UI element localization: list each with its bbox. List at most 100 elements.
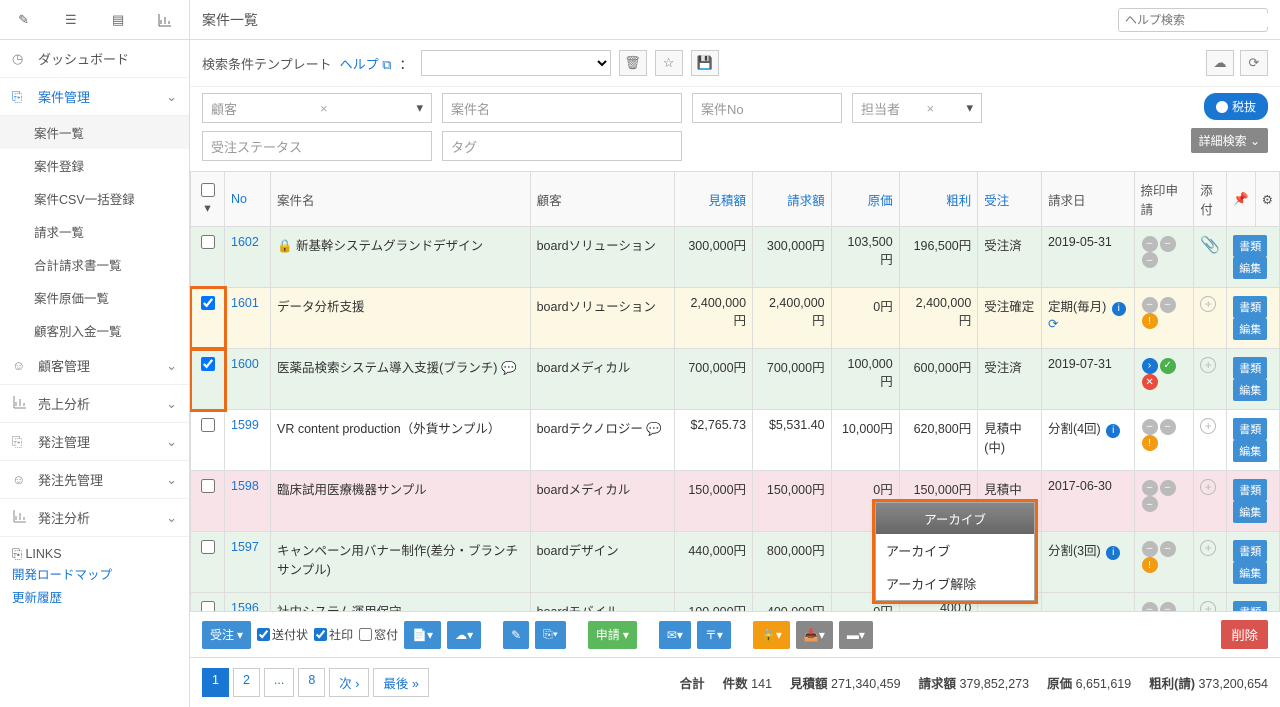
row-checkbox[interactable]	[191, 593, 225, 612]
row-checkbox[interactable]	[191, 410, 225, 471]
star-button[interactable]: ☆	[655, 50, 683, 76]
window-checkbox[interactable]: 窓付	[359, 626, 398, 643]
edit-button[interactable]: 編集	[1233, 318, 1267, 340]
col-gross[interactable]: 粗利	[899, 172, 978, 227]
nav-cases[interactable]: ⎘ 案件管理 ⌄	[0, 78, 189, 116]
copy-button[interactable]: ⎘▾	[535, 621, 566, 649]
col-customer[interactable]: 顧客	[530, 172, 674, 227]
row-attach[interactable]: +	[1194, 349, 1227, 410]
row-no[interactable]: 1598	[225, 471, 271, 532]
tag-filter[interactable]: タグ	[442, 131, 682, 161]
doc-button[interactable]: 書類	[1233, 296, 1267, 318]
add-attach-icon[interactable]: +	[1200, 479, 1216, 495]
link-history[interactable]: 更新履歴	[12, 585, 177, 608]
help-search[interactable]: ⌕	[1118, 8, 1268, 32]
filter-dropdown-button[interactable]: 〒▾	[697, 621, 731, 649]
add-attach-icon[interactable]: +	[1200, 357, 1216, 373]
sub-item[interactable]: 案件登録	[0, 149, 189, 182]
row-attach[interactable]: +	[1194, 471, 1227, 532]
row-checkbox[interactable]	[191, 471, 225, 532]
page-button[interactable]: 2	[233, 668, 260, 697]
col-bill[interactable]: 請求額	[753, 172, 832, 227]
assignee-filter[interactable]: 担当者×▾	[852, 93, 982, 123]
col-checkbox[interactable]: ▾	[191, 172, 225, 227]
apply-button[interactable]: 申請▾	[588, 621, 637, 649]
tax-toggle[interactable]: 税抜	[1204, 93, 1268, 120]
edit-button[interactable]: 編集	[1233, 501, 1267, 523]
send-checkbox[interactable]: 送付状	[257, 626, 308, 643]
page-button[interactable]: 最後 »	[373, 668, 428, 697]
row-name[interactable]: 医薬品検索システム導入支援(ブランチ) 💬	[271, 349, 531, 410]
add-attach-icon[interactable]: +	[1200, 418, 1216, 434]
row-attach[interactable]: +	[1194, 288, 1227, 349]
edit-button[interactable]: 編集	[1233, 257, 1267, 279]
doc-dropdown-button[interactable]: 📄▾	[404, 621, 441, 649]
doc-button[interactable]: 書類	[1233, 601, 1267, 611]
row-name[interactable]: 🔒 新基幹システムグランドデザイン	[271, 227, 531, 288]
archive-button[interactable]: 📥▾	[796, 621, 833, 649]
add-attach-icon[interactable]: +	[1200, 540, 1216, 556]
list-icon[interactable]: ☰	[47, 0, 94, 39]
page-button[interactable]: 次 ›	[329, 668, 369, 697]
info-icon[interactable]: i	[1106, 424, 1120, 438]
unarchive-option[interactable]: アーカイブ解除	[876, 567, 1034, 600]
nav-vendor[interactable]: ☺発注先管理⌄	[0, 461, 189, 499]
col-settings[interactable]: ⚙	[1255, 172, 1279, 227]
doc-icon[interactable]: ▤	[95, 0, 142, 39]
edit-button[interactable]: ✎	[503, 621, 529, 649]
template-select[interactable]	[421, 50, 611, 76]
name-filter[interactable]: 案件名	[442, 93, 682, 123]
sub-item[interactable]: 合計請求書一覧	[0, 248, 189, 281]
customer-filter[interactable]: 顧客×▾	[202, 93, 432, 123]
edit-button[interactable]: 編集	[1233, 562, 1267, 584]
page-button[interactable]: 8	[298, 668, 325, 697]
row-no[interactable]: 1600	[225, 349, 271, 410]
row-no[interactable]: 1597	[225, 532, 271, 593]
detail-search-button[interactable]: 詳細検索 ⌄	[1191, 128, 1268, 153]
row-no[interactable]: 1596	[225, 593, 271, 612]
doc-button[interactable]: 書類	[1233, 540, 1267, 562]
cloud-dropdown-button[interactable]: ☁▾	[447, 621, 481, 649]
sub-item[interactable]: 案件CSV一括登録	[0, 182, 189, 215]
row-checkbox[interactable]	[191, 349, 225, 410]
row-attach[interactable]: +	[1194, 593, 1227, 612]
row-no[interactable]: 1599	[225, 410, 271, 471]
save-template-button[interactable]: 💾	[691, 50, 719, 76]
clip-icon[interactable]: 📎	[1200, 237, 1220, 254]
doc-button[interactable]: 書類	[1233, 418, 1267, 440]
archive-option[interactable]: アーカイブ	[876, 534, 1034, 567]
info-icon[interactable]: i	[1112, 302, 1126, 316]
no-filter[interactable]: 案件No	[692, 93, 842, 123]
row-name[interactable]: 臨床試用医療機器サンプル	[271, 471, 531, 532]
row-name[interactable]: キャンペーン用バナー制作(差分・ブランチサンプル)	[271, 532, 531, 593]
add-attach-icon[interactable]: +	[1200, 601, 1216, 611]
row-attach[interactable]: +	[1194, 532, 1227, 593]
page-button[interactable]: 1	[202, 668, 229, 697]
edit-button[interactable]: 編集	[1233, 379, 1267, 401]
sub-item[interactable]: 案件一覧	[0, 116, 189, 149]
doc-button[interactable]: 書類	[1233, 479, 1267, 501]
pencil-icon[interactable]: ✎	[0, 0, 47, 39]
row-no[interactable]: 1602	[225, 227, 271, 288]
clear-icon[interactable]: ×	[926, 101, 934, 116]
col-attach[interactable]: 添付	[1194, 172, 1227, 227]
link-roadmap[interactable]: 開発ロードマップ	[12, 562, 177, 585]
col-billdate[interactable]: 請求日	[1041, 172, 1134, 227]
mail-button[interactable]: ✉▾	[659, 621, 691, 649]
refresh-icon[interactable]: ⟳	[1048, 317, 1058, 331]
col-pin[interactable]: 📌	[1227, 172, 1256, 227]
row-checkbox[interactable]	[191, 227, 225, 288]
lock-button[interactable]: 🔒▾	[753, 621, 790, 649]
col-order[interactable]: 受注	[978, 172, 1042, 227]
delete-template-button[interactable]: 🗑	[619, 50, 647, 76]
row-checkbox[interactable]	[191, 532, 225, 593]
info-icon[interactable]: i	[1106, 546, 1120, 560]
page-button[interactable]: ...	[264, 668, 294, 697]
col-cost[interactable]: 原価	[831, 172, 899, 227]
doc-button[interactable]: 書類	[1233, 357, 1267, 379]
help-link[interactable]: ヘルプ ⧉	[340, 54, 392, 73]
row-checkbox[interactable]	[191, 288, 225, 349]
status-filter[interactable]: 受注ステータス	[202, 131, 432, 161]
doc-button[interactable]: 書類	[1233, 235, 1267, 257]
nav-order-analysis[interactable]: 発注分析⌄	[0, 499, 189, 537]
